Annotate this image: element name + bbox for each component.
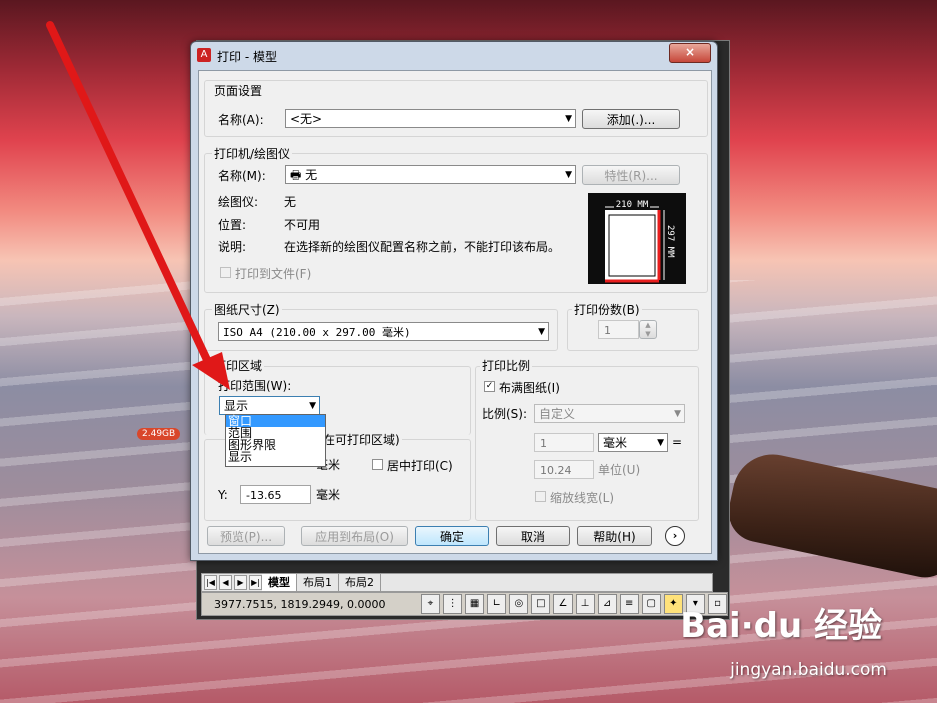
plot-offset-label: 在可打印区域) (321, 431, 402, 448)
osnap-icon[interactable]: ◎ (509, 594, 529, 614)
close-button[interactable]: × (669, 43, 711, 63)
dyn-icon[interactable]: ⊿ (597, 594, 617, 614)
copies-stepper[interactable]: ▲ ▼ (639, 320, 657, 339)
printer-properties-button[interactable]: 特性(R)... (582, 165, 680, 185)
ok-button[interactable]: 确定 (415, 526, 489, 546)
transparency-icon[interactable]: ▢ (641, 594, 661, 614)
lineweight-icon[interactable]: ≡ (619, 594, 639, 614)
polar-icon[interactable]: ∟ (487, 594, 507, 614)
scale-unit-select[interactable]: 毫米 ▼ (598, 433, 668, 452)
plot-range-dropdown-list: 窗口 范围 图形界限 显示 (225, 414, 326, 467)
scale-label: 比例(S): (482, 407, 528, 421)
paper-size-select[interactable]: ISO A4 (210.00 x 297.00 毫米) ▼ (218, 322, 549, 341)
chevron-down-icon: ▼ (538, 327, 545, 337)
description-value: 在选择新的绘图仪配置名称之前，不能打印该布局。 (284, 240, 561, 254)
dialog-titlebar: A 打印 - 模型 × (191, 42, 717, 70)
tab-layout1[interactable]: 布局1 (297, 574, 339, 591)
scale-unit-value: 毫米 (603, 436, 628, 450)
scale-unit2-label: 单位(U) (598, 463, 641, 477)
fit-to-paper-checkbox[interactable]: ✓ (484, 381, 495, 392)
center-plot-label: 居中打印(C) (387, 459, 453, 473)
y-offset-label: Y: (218, 488, 228, 502)
plot-area-label: 打印区域 (212, 357, 265, 374)
scale-value1-input[interactable]: 1 (534, 433, 594, 452)
help-button[interactable]: 帮助(H) (577, 526, 652, 546)
chevron-down-icon: ▼ (565, 170, 572, 180)
ucs-icon[interactable]: ⊥ (575, 594, 595, 614)
chevron-down-icon: ▼ (565, 114, 572, 124)
layout-tabs-bar: |◀ ◀ ▶ ▶| 模型 布局1 布局2 (201, 573, 713, 592)
plot-scale-label: 打印比例 (480, 357, 533, 374)
printer-name-label: 名称(M): (218, 169, 266, 183)
description-label: 说明: (218, 240, 247, 254)
page-setup-label: 页面设置 (212, 82, 265, 99)
location-label: 位置: (218, 218, 247, 232)
tab-model[interactable]: 模型 (262, 574, 297, 591)
paper-size-label: 图纸尺寸(Z) (212, 301, 282, 318)
status-bar: 3977.7515, 1819.2949, 0.0000 ⌖ ⋮ ▦ ∟ ◎ □… (201, 592, 728, 616)
copies-input[interactable]: 1 (598, 320, 639, 339)
page-setup-name-label: 名称(A): (218, 113, 264, 127)
3d-osnap-icon[interactable]: □ (531, 594, 551, 614)
plot-range-select[interactable]: 显示 ▼ (219, 396, 320, 415)
chevron-down-icon: ▼ (657, 438, 664, 448)
more-options-button[interactable]: › (665, 526, 685, 546)
scale-value2-input[interactable]: 10.24 (534, 460, 594, 479)
printable-area (608, 214, 656, 277)
ortho-icon[interactable]: ▦ (465, 594, 485, 614)
plotter-label: 绘图仪: (218, 195, 259, 209)
coordinates-readout: 3977.7515, 1819.2949, 0.0000 (214, 597, 386, 611)
watermark-url: jingyan.baidu.com (730, 660, 887, 680)
equals-sign: = (672, 435, 683, 449)
plot-dialog: A 打印 - 模型 × 页面设置 名称(A): <无> ▼ 添加(.)... 打… (190, 41, 718, 561)
plot-range-value: 显示 (224, 399, 249, 413)
y-offset-input[interactable]: -13.65 (240, 485, 311, 504)
scale-select[interactable]: 自定义 ▼ (534, 404, 685, 423)
page-setup-name-value: <无> (290, 112, 323, 126)
scale-lineweights-checkbox[interactable] (535, 491, 546, 502)
print-to-file-label: 打印到文件(F) (235, 267, 312, 281)
preview-height-text: 297 MM (665, 225, 675, 258)
fit-to-paper-label: 布满图纸(I) (499, 381, 560, 395)
copies-label: 打印份数(B) (572, 301, 642, 318)
center-plot-checkbox[interactable] (372, 459, 383, 470)
scale-lineweights-label: 缩放线宽(L) (550, 491, 615, 505)
apply-to-layout-button[interactable]: 应用到布局(O) (301, 526, 408, 546)
grid-icon[interactable]: ⋮ (443, 594, 463, 614)
plotter-value: 无 (284, 195, 297, 209)
baidu-watermark-logo: Bai·du 经验 (680, 606, 882, 646)
preview-button[interactable]: 预览(P)... (207, 526, 285, 546)
scale-value: 自定义 (539, 407, 576, 421)
chevron-down-icon: ▼ (674, 409, 681, 419)
otrack-icon[interactable]: ∠ (553, 594, 573, 614)
dialog-body: 页面设置 名称(A): <无> ▼ 添加(.)... 打印机/绘图仪 名称(M)… (198, 70, 712, 554)
tab-layout2[interactable]: 布局2 (339, 574, 381, 591)
autocad-logo-icon: A (197, 48, 211, 62)
location-value: 不可用 (284, 218, 321, 232)
dialog-title: 打印 - 模型 (217, 50, 277, 64)
page-setup-name-select[interactable]: <无> ▼ (285, 109, 576, 128)
printer-icon: 🖶 (290, 168, 306, 182)
preview-width-text: 210 MM (616, 200, 649, 210)
option-display[interactable]: 显示 (226, 451, 325, 463)
paper-size-value: ISO A4 (210.00 x 297.00 毫米) (223, 326, 411, 339)
disk-usage-badge: 2.49GB (137, 428, 181, 440)
paper-preview: 210 MM 297 MM (588, 193, 686, 284)
plot-range-label: 打印范围(W): (218, 379, 292, 393)
next-tab-icon[interactable]: ▶ (234, 575, 247, 590)
print-to-file-checkbox[interactable] (220, 267, 231, 278)
paper-preview-graphic: 210 MM 297 MM (605, 199, 675, 283)
add-page-setup-button[interactable]: 添加(.)... (582, 109, 680, 129)
printer-name-value: 无 (305, 168, 318, 182)
first-tab-icon[interactable]: |◀ (204, 575, 217, 590)
y-offset-unit: 毫米 (316, 488, 341, 502)
printer-group-label: 打印机/绘图仪 (212, 145, 293, 162)
printer-name-select[interactable]: 🖶 无 ▼ (285, 165, 576, 184)
prev-tab-icon[interactable]: ◀ (219, 575, 232, 590)
snap-icon[interactable]: ⌖ (420, 594, 441, 614)
last-tab-icon[interactable]: ▶| (249, 575, 262, 590)
cancel-button[interactable]: 取消 (496, 526, 570, 546)
